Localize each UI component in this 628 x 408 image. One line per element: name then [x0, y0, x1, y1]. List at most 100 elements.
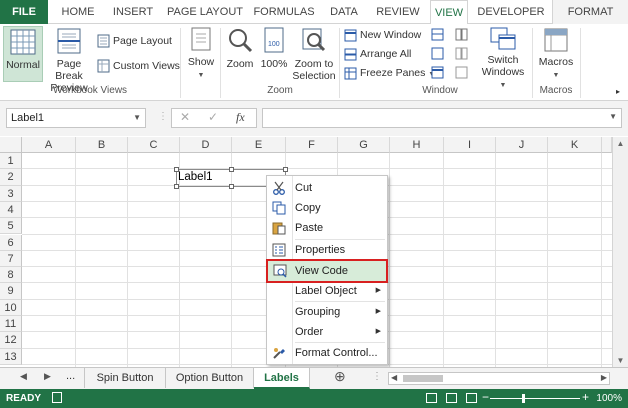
scroll-thumb[interactable] — [403, 375, 443, 382]
resize-handle[interactable] — [283, 167, 288, 172]
sheet-tab-spin-button[interactable]: Spin Button — [84, 368, 166, 388]
zoom-percentage[interactable]: 100% — [596, 393, 622, 404]
row-header-7[interactable]: 7 — [0, 250, 22, 268]
scroll-down-icon[interactable]: ▼ — [613, 356, 628, 365]
collapse-ribbon-icon[interactable]: ▸ — [612, 86, 624, 98]
tab-page-layout[interactable]: PAGE LAYOUT — [166, 0, 244, 24]
scroll-right-icon[interactable]: ▶ — [601, 373, 607, 382]
expand-formula-icon[interactable]: ▼ — [609, 112, 617, 121]
zoom-slider-thumb[interactable] — [522, 394, 525, 403]
chevron-down-icon[interactable]: ▼ — [133, 109, 141, 127]
zoom-in-icon[interactable]: + — [582, 390, 589, 404]
synchronous-scrolling-button[interactable] — [454, 47, 468, 61]
normal-view-button[interactable]: Normal — [3, 26, 43, 82]
menu-item-format-control[interactable]: Format Control... — [267, 343, 387, 363]
tab-split-grip-icon[interactable]: ⋮ — [372, 371, 382, 382]
zoom-to-selection-button[interactable]: Zoom to Selection — [291, 26, 337, 82]
menu-item-copy[interactable]: Copy — [267, 198, 387, 218]
column-header-b[interactable]: B — [76, 137, 128, 153]
tab-developer[interactable]: DEVELOPER — [474, 0, 548, 24]
column-header-f[interactable]: F — [286, 137, 338, 153]
sheet-tab-labels[interactable]: Labels — [254, 368, 310, 389]
column-header-g[interactable]: G — [338, 137, 390, 153]
resize-handle[interactable] — [174, 167, 179, 172]
row-header-5[interactable]: 5 — [0, 218, 22, 235]
split-button[interactable] — [430, 28, 444, 42]
tab-data[interactable]: DATA — [324, 0, 364, 24]
scroll-sheets-right-icon[interactable]: ▶ — [44, 371, 51, 382]
column-header-c[interactable]: C — [128, 137, 180, 153]
menu-item-order[interactable]: Order ▶ — [267, 322, 387, 342]
menu-item-paste[interactable]: Paste — [267, 218, 387, 238]
zoom-100-button[interactable]: 100 100% — [258, 26, 290, 82]
row-header-6[interactable]: 6 — [0, 234, 22, 251]
resize-handle[interactable] — [229, 184, 234, 189]
view-side-by-side-button[interactable] — [454, 28, 468, 42]
tab-file[interactable]: FILE — [0, 0, 48, 24]
zoom-slider[interactable] — [490, 398, 580, 399]
row-header-1[interactable]: 1 — [0, 153, 22, 170]
switch-windows-button[interactable]: Switch Windows ▼ — [478, 26, 528, 89]
row-header-11[interactable]: 11 — [0, 316, 22, 333]
vertical-scrollbar[interactable]: ▲ ▼ — [612, 137, 628, 367]
column-header-j[interactable]: J — [496, 137, 548, 153]
reset-window-position-button[interactable] — [454, 66, 468, 80]
page-break-preview-button[interactable]: Page Break Preview — [44, 26, 94, 94]
row-header-8[interactable]: 8 — [0, 267, 22, 284]
freeze-panes-button[interactable]: Freeze Panes ▼ — [344, 64, 435, 82]
macros-button[interactable]: Macros ▼ — [536, 26, 576, 82]
select-all-corner[interactable] — [0, 137, 22, 153]
show-button[interactable]: Show ▼ — [184, 26, 218, 82]
zoom-button[interactable]: Zoom — [224, 26, 256, 82]
sheet-tab-option-button[interactable]: Option Button — [166, 368, 254, 388]
column-header-i[interactable]: I — [444, 137, 496, 153]
menu-item-properties[interactable]: Properties — [267, 240, 387, 260]
column-header-a[interactable]: A — [22, 137, 76, 153]
menu-item-view-code[interactable]: View Code — [266, 259, 388, 283]
horizontal-scrollbar[interactable]: ◀ ▶ — [388, 372, 610, 385]
tab-formulas[interactable]: FORMULAS — [252, 0, 316, 24]
page-layout-button[interactable]: Page Layout — [97, 32, 172, 50]
scroll-up-icon[interactable]: ▲ — [613, 139, 628, 148]
arrange-all-button[interactable]: Arrange All — [344, 45, 411, 63]
unhide-button[interactable] — [430, 66, 444, 80]
name-box[interactable]: Label1 ▼ — [6, 108, 146, 128]
row-header-9[interactable]: 9 — [0, 283, 22, 300]
more-sheets-button[interactable]: ... — [66, 370, 75, 382]
column-header-e[interactable]: E — [232, 137, 286, 153]
hide-button[interactable] — [430, 47, 444, 61]
row-header-4[interactable]: 4 — [0, 201, 22, 219]
tab-view[interactable]: VIEW — [430, 0, 468, 25]
scroll-left-icon[interactable]: ◀ — [391, 373, 397, 382]
column-header-overflow[interactable] — [602, 137, 612, 153]
resize-handle[interactable] — [229, 167, 234, 172]
row-header-3[interactable]: 3 — [0, 185, 22, 202]
menu-item-grouping[interactable]: Grouping ▶ — [267, 302, 387, 322]
row-header-13[interactable]: 13 — [0, 348, 22, 365]
page-break-status-icon[interactable] — [466, 393, 477, 403]
formula-input[interactable]: ▼ — [262, 108, 622, 128]
scroll-sheets-left-icon[interactable]: ◀ — [20, 371, 27, 382]
tab-review[interactable]: REVIEW — [372, 0, 424, 24]
custom-views-button[interactable]: Custom Views — [97, 57, 180, 75]
normal-view-status-icon[interactable] — [426, 393, 437, 403]
tab-format[interactable]: FORMAT — [552, 0, 628, 24]
row-header-2[interactable]: 2 — [0, 169, 22, 186]
column-header-k[interactable]: K — [548, 137, 602, 153]
menu-item-label-object[interactable]: Label Object ▶ — [267, 281, 387, 301]
page-layout-status-icon[interactable] — [446, 393, 457, 403]
row-header-10[interactable]: 10 — [0, 299, 22, 316]
macro-record-icon[interactable] — [52, 392, 62, 403]
new-sheet-icon[interactable]: ⊕ — [334, 368, 346, 385]
column-header-d[interactable]: D — [180, 137, 232, 153]
new-window-button[interactable]: New Window — [344, 26, 421, 44]
zoom-out-icon[interactable]: − — [482, 390, 489, 404]
tab-home[interactable]: HOME — [56, 0, 100, 24]
column-header-h[interactable]: H — [390, 137, 444, 153]
cancel-icon[interactable]: ✕ — [180, 110, 190, 124]
enter-icon[interactable]: ✓ — [208, 110, 218, 124]
row-header-12[interactable]: 12 — [0, 332, 22, 349]
menu-item-cut[interactable]: Cut — [267, 178, 387, 198]
insert-function-icon[interactable]: fx — [236, 110, 245, 125]
tab-insert[interactable]: INSERT — [108, 0, 158, 24]
